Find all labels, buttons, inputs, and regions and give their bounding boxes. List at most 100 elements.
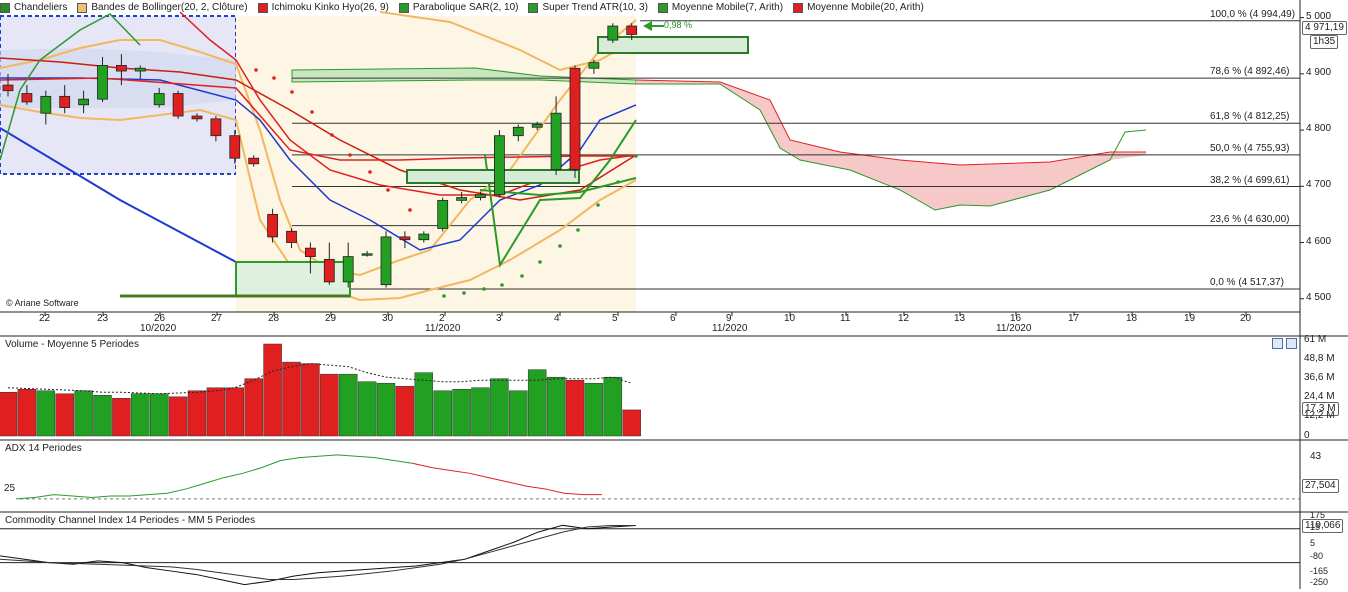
legend-swatch-icon — [0, 2, 10, 13]
candle — [512, 126, 524, 137]
sar-dot — [616, 180, 620, 184]
timeframe-box: 1h35 — [1310, 35, 1339, 49]
volume-axis-label: 24,4 M — [1304, 391, 1335, 402]
volume-bar — [452, 388, 471, 437]
volume-bar — [187, 390, 207, 437]
cci-axis-label: 175 — [1310, 510, 1326, 520]
legend-label: Parabolique SAR(2, 10) — [412, 2, 519, 13]
sar-dot — [386, 188, 390, 192]
legend-item[interactable]: Bandes de Bollinger(20, 2, Clôture) — [77, 2, 248, 13]
legend-swatch-icon — [657, 2, 668, 13]
volume-panel-title: Volume - Moyenne 5 Periodes — [5, 339, 139, 350]
close-icon[interactable] — [1286, 338, 1297, 349]
fibonacci-label: 100,0 % (4 994,49) — [1210, 8, 1296, 20]
volume-bar — [357, 381, 377, 437]
sar-dot — [310, 110, 314, 114]
legend-item[interactable]: Ichimoku Kinko Hyo(26, 9) — [257, 2, 389, 13]
breakout-box — [597, 36, 749, 54]
volume-bar — [74, 390, 93, 437]
adx-panel-title: ADX 14 Periodes — [5, 443, 82, 454]
candle — [550, 112, 562, 170]
candle — [2, 84, 14, 92]
volume-bar — [490, 378, 509, 437]
fibonacci-label: 61,8 % (4 812,25) — [1210, 111, 1290, 123]
sar-dot — [408, 208, 412, 212]
legend-swatch-icon — [793, 2, 804, 13]
legend-item[interactable]: Moyenne Mobile(20, Arith) — [793, 2, 924, 13]
volume-bar — [471, 387, 490, 437]
fibonacci-label: 78,6 % (4 892,46) — [1210, 66, 1290, 78]
x-axis-day-label: 23 — [97, 313, 109, 324]
x-axis-day-label: 27 — [211, 313, 223, 324]
candle — [342, 256, 354, 283]
legend-item[interactable]: Parabolique SAR(2, 10) — [398, 2, 519, 13]
legend-label: Moyenne Mobile(20, Arith) — [807, 2, 924, 13]
candle — [229, 135, 241, 159]
volume-bar — [263, 343, 282, 437]
volume-bar — [603, 376, 623, 437]
volume-bar — [168, 396, 188, 437]
candle — [59, 95, 71, 108]
chart-legend: Chandeliers Bandes de Bollinger(20, 2, Cl… — [0, 2, 934, 16]
volume-bar — [206, 387, 226, 437]
volume-axis-label: 48,8 M — [1304, 353, 1335, 364]
volume-bar — [509, 390, 528, 437]
minimize-icon[interactable] — [1272, 338, 1283, 349]
sar-dot — [290, 90, 294, 94]
candle — [323, 258, 335, 283]
legend-item[interactable]: Chandeliers — [0, 2, 67, 13]
candle — [286, 230, 297, 243]
x-axis-day-label: 3 — [496, 313, 502, 324]
candle — [134, 67, 146, 72]
legend-item[interactable]: Super Trend ATR(10, 3) — [528, 2, 648, 13]
sar-dot — [558, 244, 562, 248]
annotation-label: 0,98 % — [664, 20, 693, 30]
volume-bar — [584, 382, 604, 437]
candle — [475, 194, 486, 198]
legend-label: Chandeliers — [14, 2, 68, 13]
fibonacci-label: 50,0 % (4 755,93) — [1210, 142, 1290, 154]
volume-bar — [36, 390, 56, 437]
x-axis-day-label: 13 — [954, 313, 966, 324]
cci-axis-label: 15 — [1310, 522, 1321, 532]
legend-label: Super Trend ATR(10, 3) — [542, 2, 648, 13]
chart-canvas[interactable] — [0, 0, 1348, 589]
legend-label: Ichimoku Kinko Hyo(26, 9) — [271, 2, 389, 13]
candle — [191, 115, 203, 120]
sar-dot — [368, 170, 372, 174]
volume-bar — [17, 388, 37, 437]
x-axis-day-label: 17 — [1068, 313, 1080, 324]
x-axis-month-label: 11/2020 — [712, 323, 748, 334]
cci-current-box: 119,066 — [1302, 519, 1344, 533]
legend-swatch-icon — [528, 2, 539, 13]
volume-window-buttons — [1272, 338, 1300, 352]
cci-panel-title: Commodity Channel Index 14 Periodes - MM… — [5, 515, 256, 526]
adx-axis-label: 25 — [4, 483, 16, 494]
volume-bar — [338, 373, 358, 437]
x-axis-day-label: 5 — [612, 313, 618, 324]
volume-bar — [622, 409, 641, 437]
sar-dot — [462, 291, 466, 295]
candle — [456, 197, 468, 201]
legend-item[interactable]: Moyenne Mobile(7, Arith) — [657, 2, 784, 13]
candle — [493, 135, 505, 196]
consolidation-box — [406, 169, 580, 184]
candle — [97, 65, 108, 100]
legend-label: Moyenne Mobile(7, Arith) — [671, 2, 784, 13]
candle — [626, 25, 638, 35]
volume-bar — [565, 379, 585, 437]
x-axis-month-label: 11/2020 — [996, 323, 1032, 334]
chart-stage: Chandeliers Bandes de Bollinger(20, 2, Cl… — [0, 0, 1348, 589]
sar-dot — [520, 274, 524, 278]
cci-axis-label: -165 — [1310, 566, 1329, 576]
price-axis-label: 4 700 — [1306, 179, 1332, 191]
volume-bar — [225, 387, 245, 437]
x-axis-day-label: 11 — [840, 313, 851, 324]
volume-bar — [149, 393, 169, 437]
cci-axis-label: -80 — [1310, 551, 1324, 561]
x-axis-day-label: 30 — [382, 313, 394, 324]
candle — [21, 93, 33, 103]
candle — [248, 157, 260, 165]
x-axis-day-label: 20 — [1240, 313, 1252, 324]
x-axis-day-label: 28 — [268, 313, 280, 324]
